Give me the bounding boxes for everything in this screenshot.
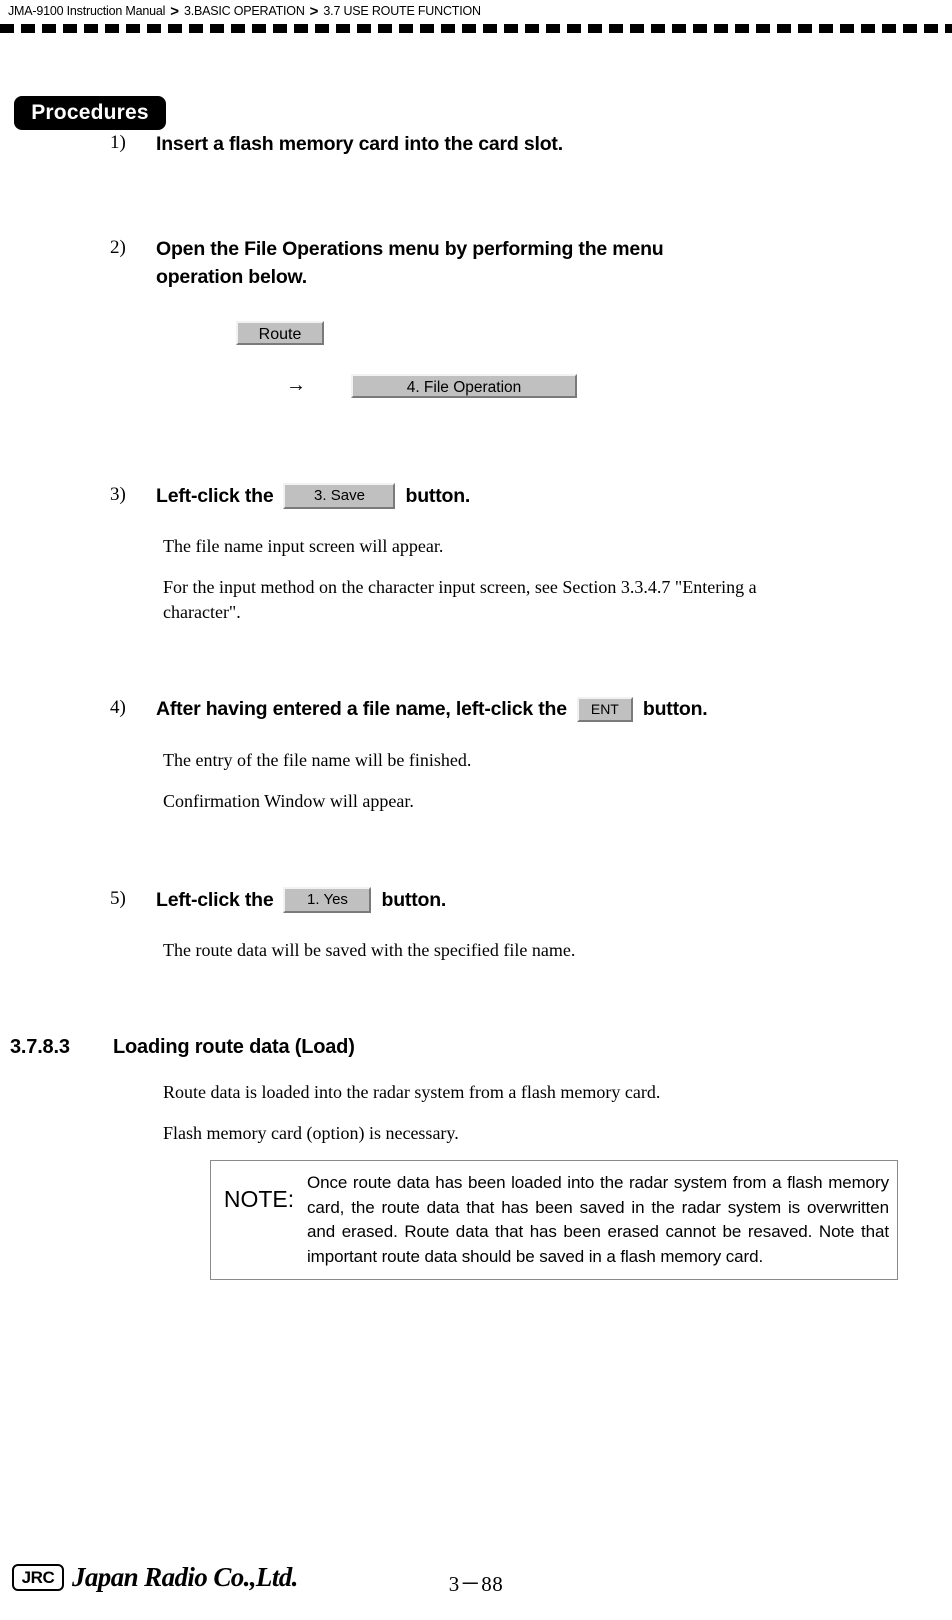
procedure-step-2: 2) Open the File Operations menu by perf…	[110, 235, 930, 291]
step-3-body-2: For the input method on the character in…	[163, 575, 905, 625]
menu-path-arrow-icon: →	[286, 374, 306, 396]
breadcrumb: JMA-9100 Instruction Manual > 3.BASIC OP…	[8, 0, 944, 22]
step-1-number: 1)	[110, 132, 126, 153]
step-3-title-after: button.	[405, 485, 471, 507]
breadcrumb-separator-2: >	[309, 2, 319, 20]
menu-button-file-operation[interactable]: 4. File Operation	[351, 374, 577, 398]
breadcrumb-manual: JMA-9100 Instruction Manual	[8, 4, 166, 18]
step-3-body-1: The file name input screen will appear.	[163, 536, 444, 556]
procedure-step-5: 5) Left-click the 1. Yes button.	[110, 886, 930, 914]
section-paragraph-1: Route data is loaded into the radar syst…	[163, 1082, 661, 1102]
step-5-body-1: The route data will be saved with the sp…	[163, 940, 576, 960]
step-4-body-2: Confirmation Window will appear.	[163, 791, 414, 811]
section-paragraph-2: Flash memory card (option) is necessary.	[163, 1123, 459, 1143]
procedure-step-1: 1) Insert a flash memory card into the c…	[110, 130, 930, 158]
section-title: Loading route data (Load)	[113, 1036, 355, 1058]
note-text: Once route data has been loaded into the…	[307, 1173, 889, 1266]
step-3-body-2-line-2: character".	[163, 602, 241, 622]
step-2-title-line-1: Open the File Operations menu by perform…	[156, 238, 664, 260]
step-3-title-before: Left-click the	[156, 485, 274, 507]
menu-button-yes[interactable]: 1. Yes	[283, 887, 372, 913]
note-label: NOTE:	[223, 1186, 295, 1212]
step-4-title-before: After having entered a file name, left-c…	[156, 698, 567, 720]
menu-button-save[interactable]: 3. Save	[283, 483, 396, 509]
procedure-step-3: 3) Left-click the 3. Save button.	[110, 482, 930, 510]
menu-button-ent[interactable]: ENT	[576, 696, 633, 722]
procedures-badge: Procedures	[14, 96, 166, 130]
step-3-number: 3)	[110, 484, 126, 505]
step-5-title-after: button.	[381, 889, 447, 911]
step-4-title-after: button.	[642, 698, 708, 720]
step-4-body-1: The entry of the file name will be finis…	[163, 750, 472, 770]
menu-button-route[interactable]: Route	[236, 321, 324, 345]
breadcrumb-separator-1: >	[170, 2, 179, 20]
page-footer: JRC Japan Radio Co.,Ltd. 3－88	[0, 1556, 952, 1602]
breadcrumb-section: 3.7 USE ROUTE FUNCTION	[323, 4, 481, 18]
step-5-title-before: Left-click the	[156, 889, 274, 911]
note-box: NOTE: Once route data has been loaded in…	[210, 1160, 898, 1280]
step-1-title: Insert a flash memory card into the card…	[156, 133, 563, 155]
step-3-body-2-line-1: For the input method on the character in…	[163, 577, 757, 597]
step-2-title-line-2: operation below.	[156, 266, 308, 288]
breadcrumb-chapter: 3.BASIC OPERATION	[183, 4, 305, 18]
page-number: 3－88	[448, 1572, 504, 1596]
step-4-number: 4)	[110, 697, 126, 718]
step-2-number: 2)	[110, 237, 126, 258]
section-heading: 3.7.8.3 Loading route data (Load)	[10, 1036, 930, 1059]
header-dashed-divider	[0, 24, 952, 33]
step-5-number: 5)	[110, 888, 126, 909]
procedure-step-4: 4) After having entered a file name, lef…	[110, 695, 950, 723]
section-number: 3.7.8.3	[10, 1036, 70, 1058]
